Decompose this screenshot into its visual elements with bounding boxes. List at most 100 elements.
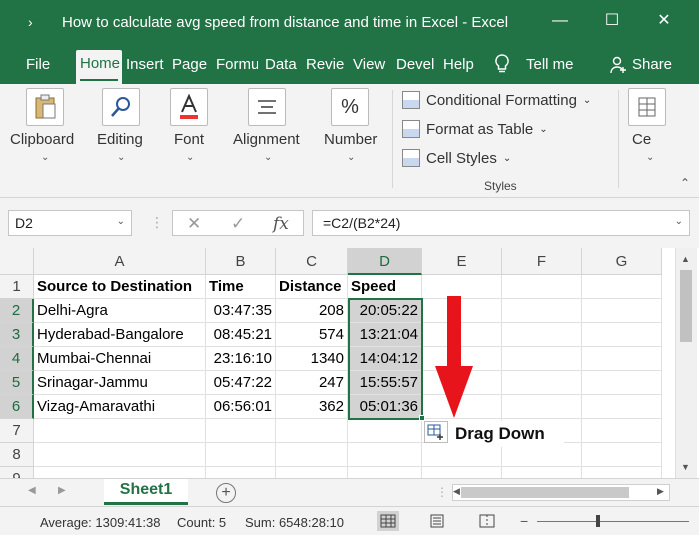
- share-icon[interactable]: [610, 56, 628, 77]
- lightbulb-icon[interactable]: [494, 54, 510, 77]
- cell-d3[interactable]: 13:21:04: [348, 323, 422, 347]
- column-header-d[interactable]: D: [348, 248, 422, 275]
- cell-c8[interactable]: [276, 443, 348, 467]
- cell-g6[interactable]: [582, 395, 662, 419]
- tab-formulas[interactable]: Formu: [216, 52, 258, 84]
- name-box[interactable]: D2 ⌄: [8, 210, 132, 236]
- cell-d6[interactable]: 05:01:36: [348, 395, 422, 419]
- cell-f2[interactable]: [502, 299, 582, 323]
- prev-sheet-icon[interactable]: ◀: [28, 485, 36, 496]
- cell-b5[interactable]: 05:47:22: [206, 371, 276, 395]
- cell-d5[interactable]: 15:55:57: [348, 371, 422, 395]
- collapse-ribbon-icon[interactable]: ⌃: [680, 176, 690, 190]
- row-header-7[interactable]: 7: [0, 419, 34, 443]
- cell-c6[interactable]: 362: [276, 395, 348, 419]
- tab-page-layout[interactable]: Page: [172, 52, 208, 84]
- row-header-5[interactable]: 5: [0, 371, 34, 395]
- scroll-down-icon[interactable]: ▼: [681, 462, 690, 472]
- cell-c1[interactable]: Distance: [276, 275, 348, 299]
- cell-a6[interactable]: Vizag-Amaravathi: [34, 395, 206, 419]
- cell-a5[interactable]: Srinagar-Jammu: [34, 371, 206, 395]
- minimize-button[interactable]: —: [548, 10, 572, 32]
- cell-d7[interactable]: [348, 419, 422, 443]
- zoom-slider-thumb[interactable]: [596, 515, 600, 527]
- cell-c2[interactable]: 208: [276, 299, 348, 323]
- tab-review[interactable]: Revie: [306, 52, 346, 84]
- cell-a3[interactable]: Hyderabad-Bangalore: [34, 323, 206, 347]
- cell-b4[interactable]: 23:16:10: [206, 347, 276, 371]
- cell-b8[interactable]: [206, 443, 276, 467]
- cell-a8[interactable]: [34, 443, 206, 467]
- tab-help[interactable]: Help: [443, 52, 477, 84]
- select-all-corner[interactable]: [0, 248, 34, 275]
- vertical-scrollbar[interactable]: ▲ ▼: [675, 248, 697, 478]
- cell-g7[interactable]: [582, 419, 662, 443]
- cell-a2[interactable]: Delhi-Agra: [34, 299, 206, 323]
- cell-f3[interactable]: [502, 323, 582, 347]
- expand-formula-chevron-icon[interactable]: ⌄: [675, 216, 683, 227]
- scroll-up-icon[interactable]: ▲: [681, 254, 690, 264]
- row-header-3[interactable]: 3: [0, 323, 34, 347]
- cell-g4[interactable]: [582, 347, 662, 371]
- cell-a4[interactable]: Mumbai-Chennai: [34, 347, 206, 371]
- formula-input[interactable]: =C2/(B2*24) ⌄: [312, 210, 690, 236]
- cell-c4[interactable]: 1340: [276, 347, 348, 371]
- cell-g1[interactable]: [582, 275, 662, 299]
- normal-view-button[interactable]: [377, 511, 399, 531]
- row-header-6[interactable]: 6: [0, 395, 34, 419]
- tab-file[interactable]: File: [26, 52, 56, 84]
- cell-g8[interactable]: [582, 443, 662, 467]
- cell-b1[interactable]: Time: [206, 275, 276, 299]
- cell-f4[interactable]: [502, 347, 582, 371]
- tab-home[interactable]: Home: [76, 50, 122, 84]
- conditional-formatting-button[interactable]: Conditional Formatting ⌄: [402, 89, 591, 111]
- cell-d2[interactable]: 20:05:22: [348, 299, 422, 323]
- cell-f6[interactable]: [502, 395, 582, 419]
- next-sheet-icon[interactable]: ▶: [58, 485, 66, 496]
- format-as-table-button[interactable]: Format as Table ⌄: [402, 118, 548, 140]
- tab-insert[interactable]: Insert: [126, 52, 166, 84]
- tab-data[interactable]: Data: [265, 52, 301, 84]
- share-button[interactable]: Share: [632, 52, 676, 84]
- scroll-left-icon[interactable]: ◀: [453, 486, 460, 497]
- sheet-tab-sheet1[interactable]: Sheet1: [104, 479, 188, 505]
- add-sheet-button[interactable]: +: [216, 483, 236, 503]
- cell-d4[interactable]: 14:04:12: [348, 347, 422, 371]
- cell-b3[interactable]: 08:45:21: [206, 323, 276, 347]
- cell-f1[interactable]: [502, 275, 582, 299]
- cell-c7[interactable]: [276, 419, 348, 443]
- horizontal-scroll-thumb[interactable]: [461, 487, 629, 498]
- cell-styles-button[interactable]: Cell Styles ⌄: [402, 147, 511, 169]
- insert-function-icon[interactable]: fx: [273, 214, 289, 234]
- horizontal-scrollbar[interactable]: ◀ ▶: [452, 484, 670, 501]
- cell-d8[interactable]: [348, 443, 422, 467]
- cell-g3[interactable]: [582, 323, 662, 347]
- zoom-slider-track[interactable]: [537, 521, 689, 522]
- cell-a1[interactable]: Source to Destination: [34, 275, 206, 299]
- zoom-out-icon[interactable]: −: [520, 513, 528, 529]
- tab-developer[interactable]: Devel: [396, 52, 436, 84]
- cell-f5[interactable]: [502, 371, 582, 395]
- page-layout-view-button[interactable]: [426, 511, 448, 531]
- maximize-button[interactable]: ☐: [600, 10, 624, 32]
- row-header-4[interactable]: 4: [0, 347, 34, 371]
- cell-b7[interactable]: [206, 419, 276, 443]
- row-header-1[interactable]: 1: [0, 275, 34, 299]
- cell-a7[interactable]: [34, 419, 206, 443]
- cell-b6[interactable]: 06:56:01: [206, 395, 276, 419]
- column-header-b[interactable]: B: [206, 248, 276, 275]
- column-header-c[interactable]: C: [276, 248, 348, 275]
- cell-c5[interactable]: 247: [276, 371, 348, 395]
- column-header-g[interactable]: G: [582, 248, 662, 275]
- column-header-e[interactable]: E: [422, 248, 502, 275]
- cell-g2[interactable]: [582, 299, 662, 323]
- tell-me-search[interactable]: Tell me: [526, 52, 582, 84]
- page-break-view-button[interactable]: [476, 511, 498, 531]
- cell-g5[interactable]: [582, 371, 662, 395]
- column-header-f[interactable]: F: [502, 248, 582, 275]
- row-header-8[interactable]: 8: [0, 443, 34, 467]
- tab-view[interactable]: View: [353, 52, 389, 84]
- column-header-a[interactable]: A: [34, 248, 206, 275]
- close-button[interactable]: ✕: [652, 10, 676, 32]
- cell-b2[interactable]: 03:47:35: [206, 299, 276, 323]
